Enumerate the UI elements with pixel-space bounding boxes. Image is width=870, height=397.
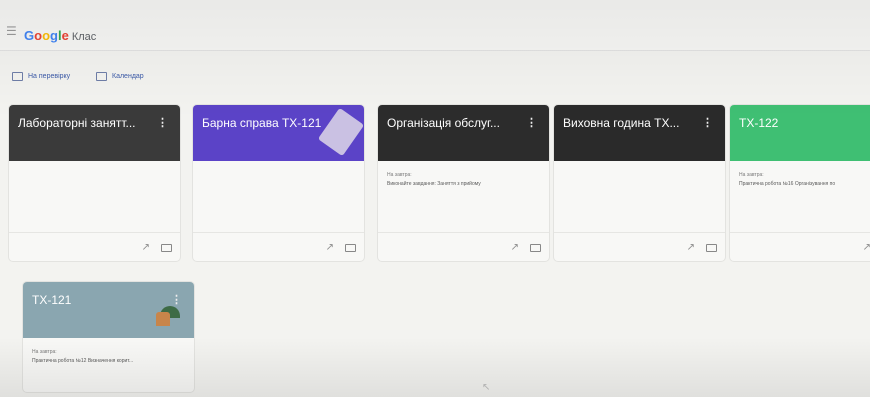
calendar-label: Календар [112,73,144,80]
review-icon [12,72,23,81]
more-options-icon[interactable]: ⋮ [157,116,168,129]
class-card-footer: ↗ [9,232,180,261]
toolbar: На перевірку Календар [0,68,870,88]
class-card-header[interactable]: Барна справа ТХ-121 [193,105,364,161]
folder-icon[interactable] [345,244,356,252]
app-logo[interactable]: Google Клас [24,28,96,43]
class-title[interactable]: Барна справа ТХ-121 [202,116,321,130]
book-illustration [317,107,364,157]
logo-letter: G [24,28,35,43]
class-card-footer: ↗ [378,232,549,261]
top-app-bar: ☰ Google Клас [0,0,870,51]
trending-icon[interactable]: ↗ [142,242,150,253]
menu-icon[interactable]: ☰ [6,25,17,37]
product-name: Клас [71,31,97,43]
to-review-label: На перевірку [28,73,71,80]
more-options-icon[interactable]: ⋮ [171,293,182,306]
class-card-header[interactable]: Організація обслуг... ⋮ [378,105,549,161]
screen: ☰ Google Клас На перевірку Календар Лабор… [0,0,870,397]
logo-letter: e [61,28,69,43]
class-card-header[interactable]: ТХ-121 ⋮ [23,282,194,338]
due-label: На завтра: [739,172,764,178]
class-card-footer: ↗ [193,232,364,261]
logo-letter: o [34,28,43,43]
class-card[interactable]: ТХ-122 На завтра: Практична робота №16 О… [729,104,870,262]
pot-illustration [156,312,170,326]
class-card[interactable]: Виховна година ТХ... ⋮ ↗ [553,104,726,262]
class-card[interactable]: Лабораторні занятт... ⋮ ↗ [8,104,181,262]
trending-icon[interactable]: ↗ [863,242,870,253]
class-card-footer: ↗ [730,232,870,261]
logo-letter: o [42,28,51,43]
class-card[interactable]: Організація обслуг... ⋮ На завтра: Викон… [377,104,550,262]
folder-icon[interactable] [161,244,172,252]
class-card[interactable]: Барна справа ТХ-121 ↗ [192,104,365,262]
class-title[interactable]: ТХ-122 [739,116,778,130]
trending-icon[interactable]: ↗ [511,242,519,253]
calendar-link[interactable]: Календар [96,72,144,81]
class-card-header[interactable]: Лабораторні занятт... ⋮ [9,105,180,161]
class-card[interactable]: ТХ-121 ⋮ На завтра: Практична робота №12… [22,281,195,393]
trending-icon[interactable]: ↗ [687,242,695,253]
to-review-link[interactable]: На перевірку [12,72,70,81]
assignment-link[interactable]: Виконайте завдання: Заняття з прийому [387,181,481,187]
mouse-cursor-icon: ↖ [482,382,491,393]
class-title[interactable]: ТХ-121 [32,293,71,307]
assignment-link[interactable]: Практична робота №12 Визначення корит... [32,358,133,364]
class-card-header[interactable]: Виховна година ТХ... ⋮ [554,105,725,161]
folder-icon[interactable] [706,244,717,252]
due-label: На завтра: [32,349,57,355]
assignment-link[interactable]: Практична робота №16 Організування по [739,181,835,187]
folder-icon[interactable] [530,244,541,252]
class-card-footer: ↗ [554,232,725,261]
class-title[interactable]: Лабораторні занятт... [18,116,135,130]
class-title[interactable]: Виховна година ТХ... [563,116,679,130]
logo-letter: g [50,28,58,43]
more-options-icon[interactable]: ⋮ [526,116,537,129]
class-title[interactable]: Організація обслуг... [387,116,500,130]
more-options-icon[interactable]: ⋮ [702,116,713,129]
class-card-header[interactable]: ТХ-122 [730,105,870,161]
trending-icon[interactable]: ↗ [326,242,334,253]
due-label: На завтра: [387,172,412,178]
calendar-icon [96,72,107,81]
